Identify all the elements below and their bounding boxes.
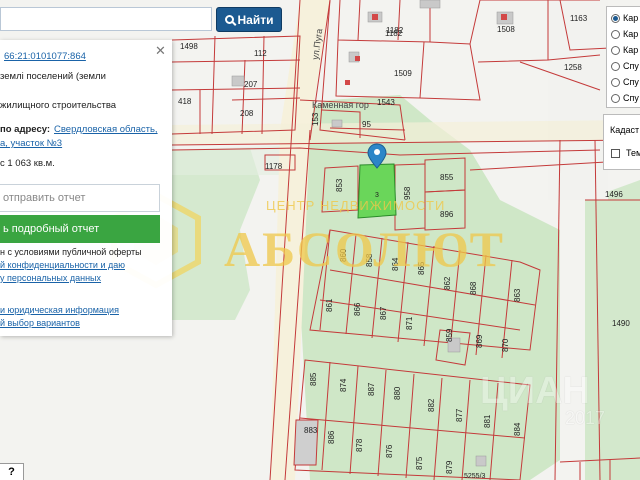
plot-number-label: 853 <box>335 178 344 192</box>
plot-number-label: 883 <box>304 426 318 435</box>
plot-number-label: 876 <box>385 444 394 458</box>
consent-line-1: н с условиями публичной оферты <box>0 247 142 257</box>
plot-number-label: 418 <box>178 97 192 106</box>
plot-number-label: 882 <box>427 398 436 412</box>
plot-number-label: 1498 <box>180 42 198 51</box>
plot-number-label: 887 <box>367 382 376 396</box>
plot-number-label: 1163 <box>570 14 588 23</box>
plot-number-label: 866 <box>353 302 362 316</box>
plot-number-label: 869 <box>475 334 484 348</box>
layer-option[interactable]: Кар <box>611 27 638 41</box>
legal-info-link[interactable]: и юридическая информация <box>0 305 119 315</box>
layer-option[interactable]: Кар <box>611 43 638 57</box>
plot-number-label: 861 <box>325 298 334 312</box>
plot-number-label: 1182 <box>385 29 403 38</box>
plot-info-panel: ✕ 66:21:0101077:864 землі поселений (зем… <box>0 40 172 336</box>
plot-number-label: 860 <box>339 248 348 262</box>
consent-line-2[interactable]: й конфиденциальности и даю <box>0 260 125 270</box>
plot-number-label: 871 <box>405 316 414 330</box>
plot-number-label: 112 <box>254 49 267 58</box>
plot-number-label: 884 <box>513 422 522 436</box>
scale-label: 5255/3 <box>464 473 486 480</box>
street-label-2: Каменная гор <box>312 100 369 110</box>
detailed-report-button[interactable]: ь подробный отчет <box>0 215 160 243</box>
address-label: по адресу: <box>0 124 51 135</box>
send-report-field[interactable]: отправить отчет <box>0 184 160 212</box>
plot-number-label: 877 <box>455 408 464 422</box>
layer-option[interactable]: Спу <box>611 75 639 89</box>
plot-number-label: 868 <box>469 281 478 295</box>
plot-number-label: 870 <box>501 338 510 352</box>
close-icon[interactable]: ✕ <box>155 43 166 59</box>
cadastre-label: Кадаст <box>610 125 640 135</box>
layer-option[interactable]: Кар <box>611 11 638 25</box>
cadastre-checkbox[interactable] <box>611 149 620 158</box>
choice-link[interactable]: й выбор вариантов <box>0 318 80 328</box>
plot-number-label: 878 <box>355 438 364 452</box>
search-input[interactable] <box>0 7 212 31</box>
selected-plot-label: 3 <box>375 192 379 199</box>
plot-number-label: 208 <box>240 109 254 118</box>
plot-number-label: 862 <box>443 276 452 290</box>
layer-switcher: Кар Кар Кар Спу Спу Спу <box>606 6 640 108</box>
cadastre-checkbox-label: Тем <box>626 148 640 158</box>
selected-plot[interactable] <box>357 163 397 219</box>
search-icon <box>224 15 234 24</box>
plot-number-label: 859 <box>445 328 454 342</box>
plot-number-label: 855 <box>440 173 454 182</box>
search-button[interactable]: Найти <box>216 7 282 32</box>
plot-number-label: 958 <box>403 186 412 200</box>
plot-number-label: 879 <box>445 460 454 474</box>
consent-line-3[interactable]: у персональных данных <box>0 273 101 283</box>
address-link-2[interactable]: а, участок №3 <box>0 138 62 149</box>
search-button-label: Найти <box>237 12 274 27</box>
plot-number-label: 863 <box>513 288 522 302</box>
plot-number-label: 207 <box>244 80 258 89</box>
plot-number-label: 865 <box>417 261 426 275</box>
plot-number-label: 881 <box>483 414 492 428</box>
plot-number-label: 1509 <box>394 69 412 78</box>
plot-area: с 1 063 кв.м. <box>0 158 55 169</box>
help-button[interactable]: ? <box>0 463 24 480</box>
plot-number-label: 896 <box>440 210 454 219</box>
plot-number-label: 858 <box>365 253 374 267</box>
plot-number-label: 864 <box>391 257 400 271</box>
plot-number-label: 1508 <box>497 25 515 34</box>
plot-number-label: 886 <box>327 430 336 444</box>
plot-number-label: 885 <box>309 372 318 386</box>
layer-option[interactable]: Спу <box>611 91 639 105</box>
plot-number-label: 1496 <box>605 190 623 199</box>
land-category: землі поселений (земли <box>0 71 106 82</box>
plot-number-label: 867 <box>379 306 388 320</box>
cadastral-number-link[interactable]: 66:21:0101077:864 <box>4 51 86 62</box>
cadastre-panel: Кадаст Тем <box>603 114 640 170</box>
plot-number-label: 1543 <box>377 98 395 107</box>
plot-number-label: 1490 <box>612 319 630 328</box>
plot-number-label: 95 <box>362 120 371 129</box>
plot-number-label: 875 <box>415 456 424 470</box>
plot-number-label: 1178 <box>265 162 283 171</box>
plot-number-label: 880 <box>393 386 402 400</box>
plot-number-label: 874 <box>339 378 348 392</box>
address-link-1[interactable]: Свердловская область, <box>54 124 158 135</box>
plot-number-label: 1258 <box>564 63 582 72</box>
layer-option[interactable]: Спу <box>611 59 639 73</box>
plot-number-label: 153 <box>311 112 320 126</box>
land-use: жилищного строительства <box>0 100 117 111</box>
